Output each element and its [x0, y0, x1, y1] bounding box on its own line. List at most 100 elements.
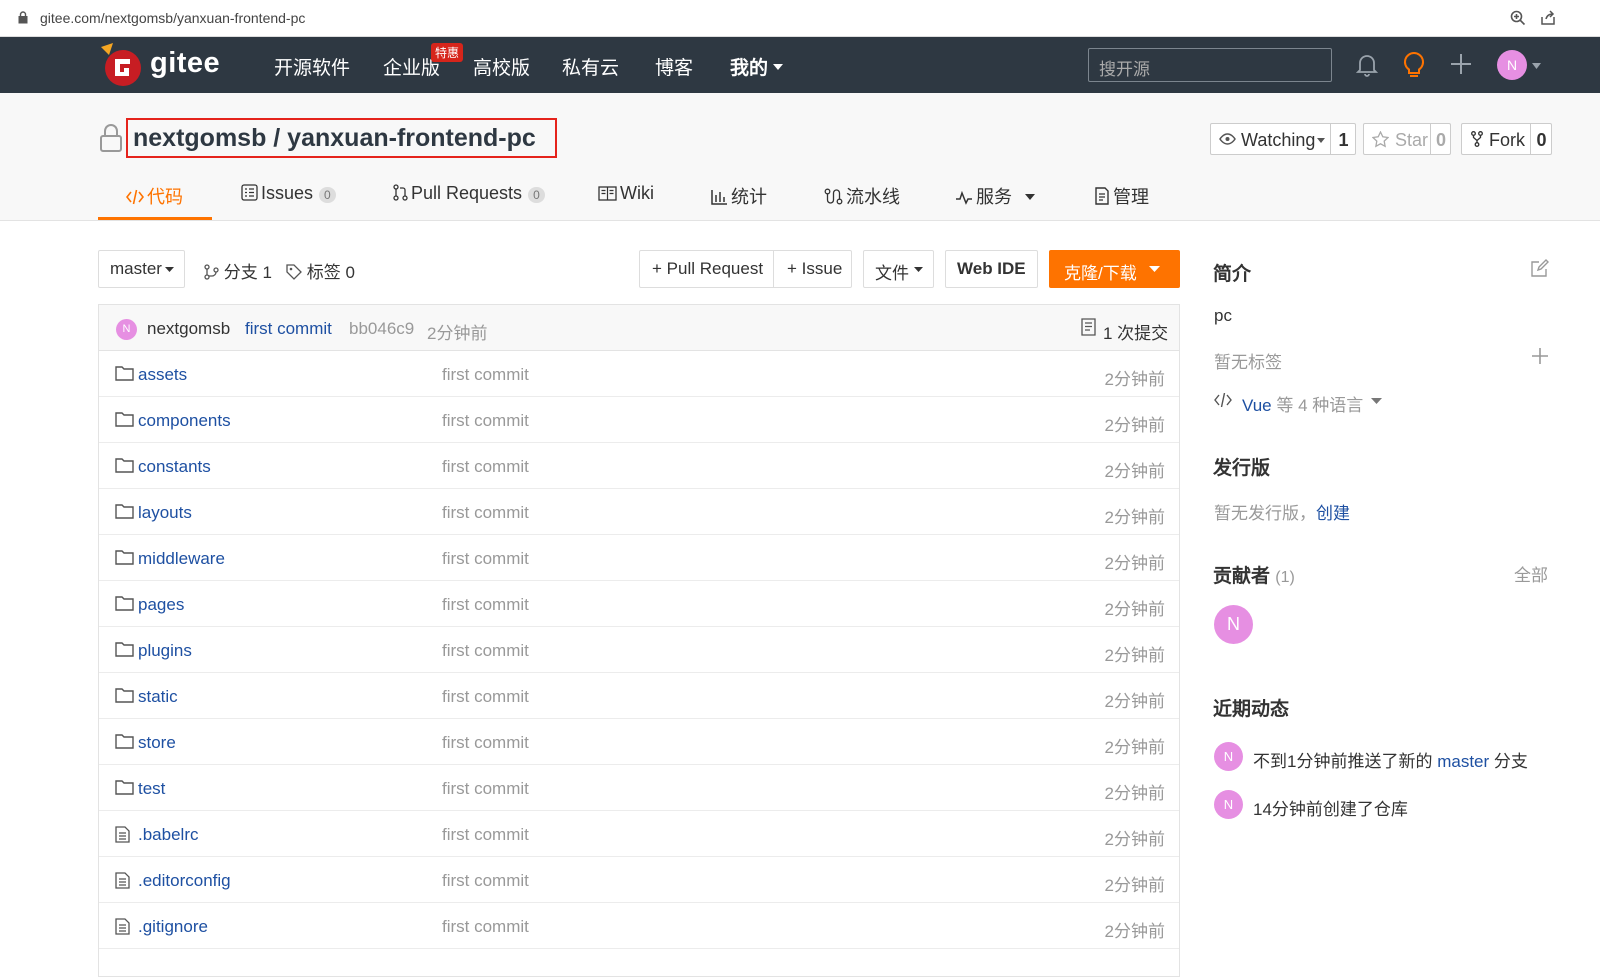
file-menu-button[interactable]: 文件	[863, 250, 934, 288]
edit-icon[interactable]	[1530, 259, 1549, 278]
file-name[interactable]: plugins	[138, 641, 192, 661]
table-row[interactable]: layouts first commit 2分钟前	[99, 489, 1179, 535]
contributors-all-link[interactable]: 全部	[1514, 561, 1548, 586]
zoom-icon[interactable]	[1510, 10, 1526, 26]
tab-stats[interactable]: 统计	[711, 183, 767, 219]
commit-author[interactable]: nextgomsb	[147, 319, 230, 339]
table-row[interactable]: assets first commit 2分钟前	[99, 351, 1179, 397]
fork-count[interactable]: 0	[1530, 124, 1552, 154]
tab-code[interactable]: 代码	[126, 183, 183, 219]
watch-button[interactable]: Watching 1	[1210, 123, 1356, 155]
nav-opensource[interactable]: 开源软件	[274, 53, 350, 80]
file-name[interactable]: middleware	[138, 549, 225, 569]
file-commit-message[interactable]: first commit	[442, 733, 529, 753]
file-commit-message[interactable]: first commit	[442, 457, 529, 477]
file-name[interactable]: static	[138, 687, 178, 707]
plus-icon[interactable]	[1450, 53, 1472, 75]
user-avatar[interactable]: N	[1497, 50, 1527, 80]
web-ide-button[interactable]: Web IDE	[945, 250, 1038, 288]
file-name[interactable]: pages	[138, 595, 184, 615]
tab-wiki-label: Wiki	[620, 183, 654, 203]
watch-count[interactable]: 1	[1330, 124, 1356, 154]
new-pull-request-button[interactable]: + Pull Request	[652, 259, 763, 279]
activity-avatar[interactable]: N	[1214, 742, 1243, 771]
table-row[interactable]: plugins first commit 2分钟前	[99, 627, 1179, 673]
chevron-down-icon[interactable]	[1371, 398, 1382, 404]
table-row[interactable]: constants first commit 2分钟前	[99, 443, 1179, 489]
file-name[interactable]: .babelrc	[138, 825, 198, 845]
new-issue-button[interactable]: + Issue	[787, 259, 842, 279]
table-row[interactable]: .gitignore first commit 2分钟前	[99, 903, 1179, 949]
file-name[interactable]: test	[138, 779, 165, 799]
file-commit-message[interactable]: first commit	[442, 503, 529, 523]
tab-manage[interactable]: 管理	[1094, 183, 1149, 219]
table-row[interactable]: .babelrc first commit 2分钟前	[99, 811, 1179, 857]
lightbulb-icon[interactable]	[1402, 51, 1426, 79]
languages-link[interactable]: Vue 等 4 种语言	[1242, 391, 1363, 416]
branch-select[interactable]: master	[98, 250, 185, 288]
repo-title[interactable]: nextgomsb / yanxuan-frontend-pc	[126, 118, 557, 158]
file-commit-message[interactable]: first commit	[442, 365, 529, 385]
table-row[interactable]: components first commit 2分钟前	[99, 397, 1179, 443]
tab-services[interactable]: 服务	[955, 183, 1036, 219]
file-name[interactable]: assets	[138, 365, 187, 385]
folder-icon	[115, 458, 134, 473]
table-row[interactable]: static first commit 2分钟前	[99, 673, 1179, 719]
contributor-avatar[interactable]: N	[1214, 605, 1253, 644]
file-commit-message[interactable]: first commit	[442, 917, 529, 937]
file-commit-message[interactable]: first commit	[442, 871, 529, 891]
tags-link[interactable]: 标签 0	[286, 258, 355, 283]
file-name[interactable]: .gitignore	[138, 917, 208, 937]
commit-author-avatar[interactable]: N	[116, 319, 137, 340]
nav-blog[interactable]: 博客	[655, 53, 693, 80]
nav-private-cloud[interactable]: 私有云	[562, 53, 619, 80]
share-icon[interactable]	[1540, 10, 1556, 26]
tab-pipeline[interactable]: 流水线	[824, 183, 900, 219]
file-name[interactable]: components	[138, 411, 231, 431]
pr-count-badge: 0	[528, 187, 545, 203]
commit-hash[interactable]: bb046c9	[349, 319, 414, 339]
star-button[interactable]: Star 0	[1363, 123, 1451, 155]
chevron-down-icon	[773, 64, 783, 70]
tab-pull-requests[interactable]: Pull Requests 0	[393, 183, 545, 219]
file-commit-message[interactable]: first commit	[442, 687, 529, 707]
file-commit-message[interactable]: first commit	[442, 641, 529, 661]
logo-text[interactable]: gitee	[150, 47, 220, 80]
file-commit-message[interactable]: first commit	[442, 779, 529, 799]
commit-count-link[interactable]: 1 次提交	[1103, 319, 1168, 344]
file-name[interactable]: layouts	[138, 503, 192, 523]
star-count[interactable]: 0	[1430, 124, 1451, 154]
table-row[interactable]: test first commit 2分钟前	[99, 765, 1179, 811]
file-commit-message[interactable]: first commit	[442, 549, 529, 569]
commit-message[interactable]: first commit	[245, 319, 332, 339]
clone-download-button[interactable]: 克隆/下载	[1049, 250, 1180, 288]
activity-branch-link[interactable]: master	[1437, 752, 1489, 771]
table-row[interactable]: store first commit 2分钟前	[99, 719, 1179, 765]
bell-icon[interactable]	[1356, 53, 1378, 77]
issues-count-badge: 0	[319, 187, 336, 203]
search-input[interactable]: 搜开源	[1088, 48, 1332, 82]
table-row[interactable]: .editorconfig first commit 2分钟前	[99, 857, 1179, 903]
file-name[interactable]: .editorconfig	[138, 871, 231, 891]
activity-avatar[interactable]: N	[1214, 790, 1243, 819]
tab-wiki[interactable]: Wiki	[598, 183, 654, 219]
release-info: 暂无发行版，创建	[1214, 499, 1350, 524]
file-name[interactable]: constants	[138, 457, 211, 477]
chevron-down-icon[interactable]	[1532, 63, 1541, 69]
url-text[interactable]: gitee.com/nextgomsb/yanxuan-frontend-pc	[40, 10, 305, 26]
release-create-link[interactable]: 创建	[1316, 504, 1350, 523]
hot-badge: 特惠	[431, 43, 464, 62]
file-name[interactable]: store	[138, 733, 176, 753]
file-commit-message[interactable]: first commit	[442, 595, 529, 615]
plus-icon[interactable]	[1532, 348, 1548, 364]
nav-education[interactable]: 高校版	[473, 53, 530, 80]
file-commit-message[interactable]: first commit	[442, 825, 529, 845]
intro-title: 简介	[1213, 264, 1252, 285]
branches-link[interactable]: 分支 1	[204, 258, 272, 283]
nav-mine[interactable]: 我的	[730, 53, 768, 80]
table-row[interactable]: pages first commit 2分钟前	[99, 581, 1179, 627]
file-commit-message[interactable]: first commit	[442, 411, 529, 431]
table-row[interactable]: middleware first commit 2分钟前	[99, 535, 1179, 581]
tab-issues[interactable]: Issues 0	[241, 183, 336, 219]
fork-button[interactable]: Fork 0	[1461, 123, 1552, 155]
